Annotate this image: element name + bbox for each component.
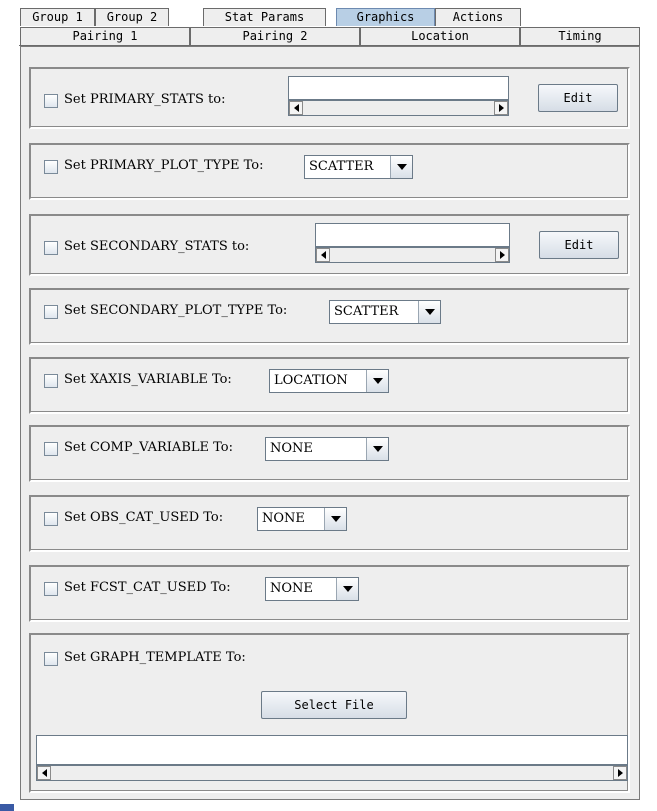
chevron-down-icon[interactable] (390, 156, 412, 178)
comp-variable-checkbox[interactable] (44, 442, 58, 456)
chevron-down-icon[interactable] (366, 370, 388, 392)
fcst-cat-used-checkbox[interactable] (44, 582, 58, 596)
primary-plot-type-label: Set PRIMARY_PLOT_TYPE To: (64, 158, 264, 173)
xaxis-variable-value: LOCATION (274, 373, 348, 388)
secondary-stats-field[interactable] (315, 223, 510, 247)
comp-variable-group: Set COMP_VARIABLE To: NONE (29, 425, 630, 482)
scroll-left-icon[interactable] (289, 101, 303, 115)
secondary-plot-type-select[interactable]: SCATTER (329, 300, 441, 324)
tab-pairing-2[interactable]: Pairing 2 (190, 27, 360, 45)
scroll-right-icon[interactable] (494, 101, 508, 115)
primary-stats-group: Set PRIMARY_STATS to: Edit (29, 67, 630, 129)
chevron-down-icon[interactable] (324, 508, 346, 530)
secondary-plot-type-label: Set SECONDARY_PLOT_TYPE To: (64, 303, 288, 318)
primary-plot-type-select[interactable]: SCATTER (304, 155, 413, 179)
primary-stats-field[interactable] (288, 76, 509, 100)
graphics-panel: Set PRIMARY_STATS to: Edit Set PRIMARY_P… (20, 46, 640, 800)
secondary-stats-group: Set SECONDARY_STATS to: Edit (29, 214, 630, 276)
xaxis-variable-checkbox[interactable] (44, 374, 58, 388)
window-corner-accent (0, 804, 14, 811)
tab-timing[interactable]: Timing (520, 27, 640, 45)
fcst-cat-used-label: Set FCST_CAT_USED To: (64, 580, 231, 595)
secondary-plot-type-checkbox[interactable] (44, 305, 58, 319)
primary-plot-type-checkbox[interactable] (44, 160, 58, 174)
secondary-stats-label: Set SECONDARY_STATS to: (64, 239, 250, 254)
secondary-plot-type-value: SCATTER (334, 304, 399, 319)
scroll-right-icon[interactable] (495, 248, 509, 262)
tab-location[interactable]: Location (360, 27, 520, 45)
secondary-stats-edit-button[interactable]: Edit (539, 231, 619, 259)
graph-template-group: Set GRAPH_TEMPLATE To: Select File (29, 633, 630, 793)
primary-stats-checkbox[interactable] (44, 94, 58, 108)
primary-plot-type-group: Set PRIMARY_PLOT_TYPE To: SCATTER (29, 143, 630, 200)
comp-variable-select[interactable]: NONE (265, 437, 389, 461)
fcst-cat-used-group: Set FCST_CAT_USED To: NONE (29, 565, 630, 622)
xaxis-variable-select[interactable]: LOCATION (269, 369, 389, 393)
scroll-left-icon[interactable] (316, 248, 330, 262)
graph-template-label: Set GRAPH_TEMPLATE To: (64, 650, 246, 665)
fcst-cat-used-value: NONE (270, 581, 313, 596)
primary-stats-label: Set PRIMARY_STATS to: (64, 92, 226, 107)
tab-pairing-1[interactable]: Pairing 1 (20, 27, 190, 45)
fcst-cat-used-select[interactable]: NONE (265, 577, 359, 601)
primary-stats-edit-button[interactable]: Edit (538, 84, 618, 112)
primary-plot-type-value: SCATTER (309, 159, 374, 174)
obs-cat-used-value: NONE (262, 511, 305, 526)
secondary-plot-type-group: Set SECONDARY_PLOT_TYPE To: SCATTER (29, 288, 630, 345)
obs-cat-used-label: Set OBS_CAT_USED To: (64, 510, 224, 525)
scroll-right-icon[interactable] (613, 766, 627, 780)
obs-cat-used-checkbox[interactable] (44, 512, 58, 526)
tab-stat-params[interactable]: Stat Params (203, 8, 326, 26)
graph-template-checkbox[interactable] (44, 652, 58, 666)
xaxis-variable-label: Set XAXIS_VARIABLE To: (64, 372, 232, 387)
comp-variable-label: Set COMP_VARIABLE To: (64, 440, 233, 455)
xaxis-variable-group: Set XAXIS_VARIABLE To: LOCATION (29, 357, 630, 414)
secondary-stats-checkbox[interactable] (44, 241, 58, 255)
tab-graphics[interactable]: Graphics (336, 8, 435, 26)
tab-group-2[interactable]: Group 2 (95, 8, 169, 26)
select-file-button[interactable]: Select File (261, 691, 407, 719)
obs-cat-used-group: Set OBS_CAT_USED To: NONE (29, 495, 630, 552)
tab-actions[interactable]: Actions (435, 8, 521, 26)
tab-group-1[interactable]: Group 1 (20, 8, 95, 26)
obs-cat-used-select[interactable]: NONE (257, 507, 347, 531)
chevron-down-icon[interactable] (366, 438, 388, 460)
secondary-stats-scrollbar[interactable] (315, 247, 510, 263)
primary-stats-scrollbar[interactable] (288, 100, 509, 116)
comp-variable-value: NONE (270, 441, 313, 456)
chevron-down-icon[interactable] (336, 578, 358, 600)
graph-template-scrollbar[interactable] (36, 765, 628, 781)
chevron-down-icon[interactable] (418, 301, 440, 323)
graph-template-field[interactable] (36, 735, 628, 765)
scroll-left-icon[interactable] (37, 766, 51, 780)
